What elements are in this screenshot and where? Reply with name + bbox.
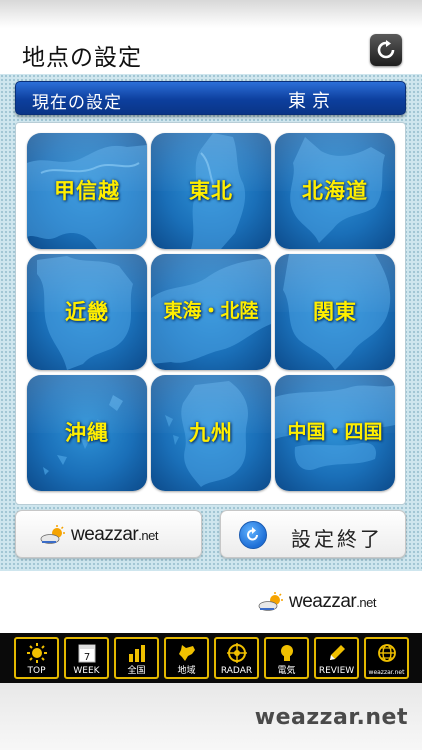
current-setting-label: 現在の設定 bbox=[32, 93, 122, 113]
region-label: 沖縄 bbox=[65, 421, 109, 445]
nav-radar[interactable]: RADAR bbox=[214, 637, 259, 679]
sun-cloud-logo-icon bbox=[258, 592, 283, 611]
nav-label: 電気 bbox=[277, 666, 296, 676]
nav-electricity[interactable]: 電気 bbox=[264, 637, 309, 679]
nav-label: weazzar.net bbox=[368, 669, 405, 676]
footer: weazzar.net bbox=[0, 683, 422, 750]
top-strip bbox=[0, 0, 422, 28]
nav-label: TOP bbox=[27, 666, 46, 676]
nav-region[interactable]: 地域 bbox=[164, 637, 209, 679]
region-tile-kanto[interactable]: 関東 bbox=[275, 254, 395, 370]
nav-review[interactable]: REVIEW bbox=[314, 637, 359, 679]
finish-settings-button[interactable]: 設定終了 bbox=[220, 510, 406, 558]
region-label: 東海・北陸 bbox=[163, 300, 259, 322]
bottom-nav: TOP 7 WEEK 全国 地域 RADAR 電気 REVIEW weazzar… bbox=[0, 633, 422, 683]
header: 地点の設定 bbox=[0, 28, 422, 74]
lightbulb-icon bbox=[280, 645, 293, 661]
footer-brand: weazzar.net bbox=[254, 705, 408, 730]
pencil-icon bbox=[329, 645, 345, 660]
weazzar-ad-logo: weazzar.net bbox=[258, 591, 376, 613]
bar-chart-icon bbox=[128, 645, 145, 662]
nav-label: REVIEW bbox=[318, 666, 355, 676]
region-label: 東北 bbox=[189, 179, 233, 203]
globe-icon bbox=[377, 644, 396, 662]
nav-label: 地域 bbox=[177, 666, 196, 676]
refresh-icon bbox=[377, 40, 395, 59]
hokkaido-map-icon bbox=[178, 645, 195, 661]
region-tile-tohoku[interactable]: 東北 bbox=[151, 133, 271, 249]
current-setting-value: 東京 bbox=[288, 91, 336, 112]
finish-settings-label: 設定終了 bbox=[291, 527, 383, 551]
region-tile-kyushu[interactable]: 九州 bbox=[151, 375, 271, 491]
nav-weazzar[interactable]: weazzar.net bbox=[364, 637, 409, 679]
nav-label: WEEK bbox=[73, 666, 100, 676]
nav-label: RADAR bbox=[220, 666, 253, 676]
logo-net: .net bbox=[138, 528, 158, 543]
nav-week[interactable]: 7 WEEK bbox=[64, 637, 109, 679]
region-tile-kinki[interactable]: 近畿 bbox=[27, 254, 147, 370]
ad-banner[interactable]: weazzar.net bbox=[0, 571, 422, 633]
nav-top[interactable]: TOP bbox=[14, 637, 59, 679]
nav-nationwide[interactable]: 全国 bbox=[114, 637, 159, 679]
refresh-button[interactable] bbox=[370, 34, 402, 66]
current-setting-bar: 現在の設定 東京 bbox=[15, 81, 406, 115]
region-tile-hokkaido[interactable]: 北海道 bbox=[275, 133, 395, 249]
page-title: 地点の設定 bbox=[22, 45, 142, 71]
region-tile-chugoku-shikoku[interactable]: 中国・四国 bbox=[275, 375, 395, 491]
sun-icon bbox=[26, 643, 47, 663]
calendar-icon: 7 bbox=[78, 644, 95, 663]
nav-label: 全国 bbox=[127, 666, 146, 676]
radar-icon bbox=[226, 643, 247, 663]
return-arrow-icon bbox=[239, 521, 267, 549]
region-label: 近畿 bbox=[65, 300, 109, 324]
region-label: 九州 bbox=[189, 421, 233, 445]
region-tile-okinawa[interactable]: 沖縄 bbox=[27, 375, 147, 491]
sun-cloud-logo-icon bbox=[40, 525, 65, 544]
logo-word: weazzar bbox=[289, 591, 357, 612]
calendar-badge: 7 bbox=[83, 652, 89, 663]
region-tile-tokai-hokuriku[interactable]: 東海・北陸 bbox=[151, 254, 271, 370]
region-panel: 甲信越 東北 北海道 近畿 東海・北陸 関東 沖縄 九州 中国・四国 bbox=[15, 122, 406, 505]
region-tile-koshinetsu[interactable]: 甲信越 bbox=[27, 133, 147, 249]
region-label: 中国・四国 bbox=[287, 421, 383, 443]
logo-net: .net bbox=[356, 595, 376, 610]
weazzar-link-button[interactable]: weazzar.net bbox=[15, 510, 202, 558]
region-label: 甲信越 bbox=[54, 179, 120, 203]
weazzar-logo: weazzar.net bbox=[40, 524, 158, 546]
region-label: 北海道 bbox=[302, 179, 368, 203]
region-label: 関東 bbox=[313, 300, 357, 324]
logo-word: weazzar bbox=[71, 524, 139, 545]
